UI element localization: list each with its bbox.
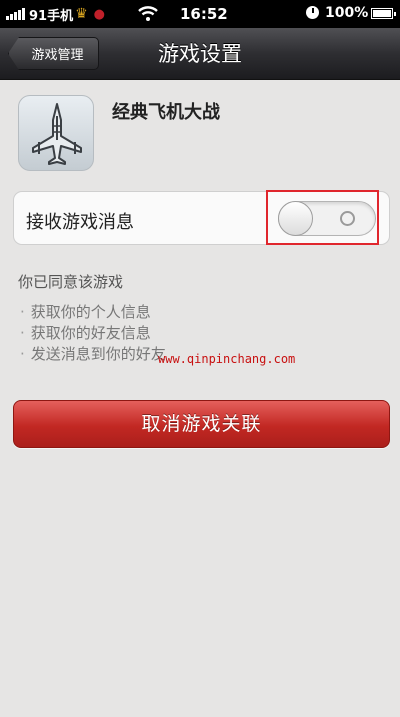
- permission-item: 获取你的好友信息: [20, 323, 166, 344]
- permissions-heading: 你已同意该游戏: [18, 273, 124, 291]
- permission-item: 发送消息到你的好友: [20, 344, 166, 365]
- status-bar: 91手机 ♛ ● 16:52 100%: [0, 0, 400, 28]
- battery-percent: 100%: [325, 5, 369, 21]
- battery-icon: [371, 8, 396, 19]
- game-name: 经典飞机大战: [112, 102, 220, 123]
- battery-fill: [373, 10, 391, 17]
- plane-icon: [18, 95, 94, 171]
- toggle-knob[interactable]: [278, 201, 313, 236]
- back-button[interactable]: 游戏管理: [8, 37, 99, 70]
- clock: 16:52: [180, 5, 228, 23]
- receive-messages-toggle[interactable]: [278, 201, 376, 236]
- alarm-icon: [306, 6, 319, 19]
- permissions-list: 获取你的个人信息 获取你的好友信息 发送消息到你的好友: [20, 302, 166, 365]
- nav-bar: 游戏管理 游戏设置: [0, 28, 400, 80]
- watermark: www.qinpinchang.com: [158, 352, 296, 366]
- toggle-off-indicator: [340, 211, 355, 226]
- unlink-game-button[interactable]: 取消游戏关联: [13, 400, 390, 448]
- crown-icon: ♛: [75, 6, 88, 22]
- wifi-icon: [138, 6, 158, 21]
- carrier-name: 91手机: [29, 8, 74, 24]
- receive-messages-label: 接收游戏消息: [26, 212, 134, 233]
- permission-item: 获取你的个人信息: [20, 302, 166, 323]
- lips-icon: ●: [93, 6, 105, 22]
- signal-icon: [6, 8, 25, 20]
